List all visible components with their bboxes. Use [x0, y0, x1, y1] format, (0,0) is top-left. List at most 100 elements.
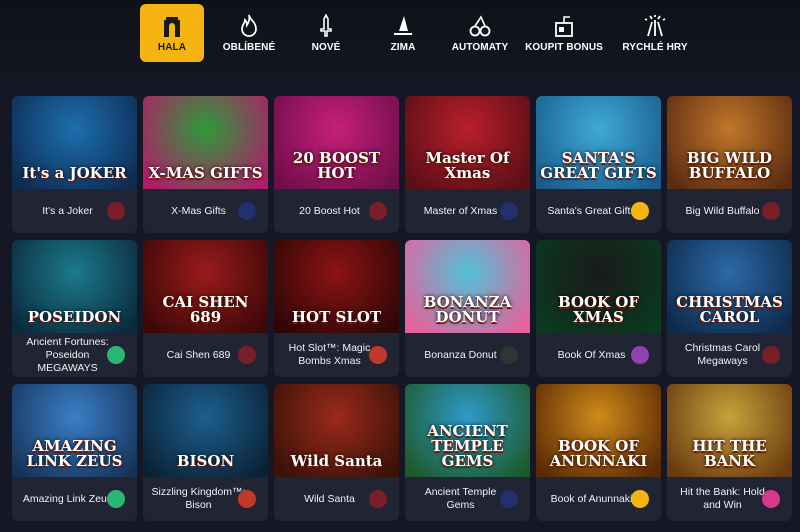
game-meta: 20 Boost Hot: [274, 189, 399, 233]
game-logo: BOOK OF ANUNNAKI: [549, 437, 648, 470]
game-card[interactable]: BOOK OF ANUNNAKI Book of Anunnaki: [536, 384, 661, 521]
bonus-box-icon: [552, 14, 576, 38]
game-card[interactable]: BOOK OF XMAS Book Of Xmas: [536, 240, 661, 377]
nav-item-nove[interactable]: NOVÉ: [294, 4, 358, 62]
game-thumbnail[interactable]: CHRISTMAS CAROL: [667, 240, 792, 333]
game-meta: Book of Anunnaki: [536, 477, 661, 521]
game-card[interactable]: ANCIENT TEMPLE GEMS Ancient Temple Gems: [405, 384, 530, 521]
game-thumbnail[interactable]: HOT SLOT: [274, 240, 399, 333]
provider-logo-icon: [631, 202, 649, 220]
game-thumbnail[interactable]: BOOK OF ANUNNAKI: [536, 384, 661, 477]
game-logo: CHRISTMAS CAROL: [676, 293, 783, 326]
game-name: Book Of Xmas: [557, 348, 626, 361]
game-thumbnail[interactable]: HIT THE BANK: [667, 384, 792, 477]
game-meta: Amazing Link Zeus: [12, 477, 137, 521]
game-card[interactable]: Wild Santa Wild Santa: [274, 384, 399, 521]
game-logo: 20 BOOST HOT: [292, 149, 381, 182]
category-nav: HALA OBLÍBENÉ NOVÉ ZIMA AUTOMATY KOUPIT …: [140, 4, 707, 62]
nav-item-automaty[interactable]: AUTOMATY: [448, 4, 512, 62]
sword-icon: [314, 13, 338, 38]
flame-icon: [237, 14, 261, 38]
nav-item-koupit-bonus[interactable]: KOUPIT BONUS: [525, 4, 603, 62]
provider-logo-icon: [369, 490, 387, 508]
game-name: Bonanza Donut: [424, 348, 497, 361]
top-bar: HALA OBLÍBENÉ NOVÉ ZIMA AUTOMATY KOUPIT …: [0, 0, 800, 80]
game-logo: BISON: [176, 452, 235, 470]
provider-logo-icon: [107, 202, 125, 220]
game-name: Hit the Bank: Hold and Win: [680, 486, 765, 511]
game-name: Book of Anunnaki: [550, 492, 633, 505]
game-thumbnail[interactable]: BOOK OF XMAS: [536, 240, 661, 333]
game-thumbnail[interactable]: Wild Santa: [274, 384, 399, 477]
cherries-icon: [468, 14, 492, 38]
game-card[interactable]: CAI SHEN 689 Cai Shen 689: [143, 240, 268, 377]
game-card[interactable]: AMAZING LINK ZEUS Amazing Link Zeus: [12, 384, 137, 521]
game-name: Amazing Link Zeus: [22, 492, 113, 505]
game-card[interactable]: HOT SLOT Hot Slot™: Magic Bombs Xmas: [274, 240, 399, 377]
game-thumbnail[interactable]: SANTA'S GREAT GIFTS: [536, 96, 661, 189]
provider-logo-icon: [238, 202, 256, 220]
game-thumbnail[interactable]: BISON: [143, 384, 268, 477]
game-logo: CAI SHEN 689: [162, 293, 249, 326]
provider-logo-icon: [238, 490, 256, 508]
provider-logo-icon: [631, 346, 649, 364]
game-name: Christmas Carol Megaways: [684, 342, 761, 367]
game-name: Wild Santa: [304, 492, 355, 505]
nav-label: OBLÍBENÉ: [222, 41, 276, 53]
nav-item-rychle-hry[interactable]: RYCHLÉ HRY: [616, 4, 694, 62]
provider-logo-icon: [107, 346, 125, 364]
game-thumbnail[interactable]: ANCIENT TEMPLE GEMS: [405, 384, 530, 477]
game-card[interactable]: BONANZA DONUT Bonanza Donut: [405, 240, 530, 377]
game-meta: Bonanza Donut: [405, 333, 530, 377]
provider-logo-icon: [762, 202, 780, 220]
game-logo: X-MAS GIFTS: [148, 164, 263, 182]
game-name: 20 Boost Hot: [299, 204, 360, 217]
provider-logo-icon: [107, 490, 125, 508]
game-card[interactable]: X-MAS GIFTS X-Mas Gifts: [143, 96, 268, 233]
provider-logo-icon: [369, 202, 387, 220]
game-meta: Book Of Xmas: [536, 333, 661, 377]
game-thumbnail[interactable]: It's a JOKER: [12, 96, 137, 189]
game-logo: It's a JOKER: [22, 164, 127, 182]
game-name: Cai Shen 689: [166, 348, 231, 361]
game-name: X-Mas Gifts: [171, 204, 226, 217]
game-card[interactable]: Master Of Xmas Master of Xmas: [405, 96, 530, 233]
nav-item-oblibene[interactable]: OBLÍBENÉ: [217, 4, 281, 62]
game-meta: It's a Joker: [12, 189, 137, 233]
game-name: Master of Xmas: [423, 204, 498, 217]
game-name: Hot Slot™: Magic Bombs Xmas: [288, 342, 371, 367]
nav-label: ZIMA: [390, 41, 416, 53]
game-thumbnail[interactable]: 20 BOOST HOT: [274, 96, 399, 189]
nav-item-zima[interactable]: ZIMA: [371, 4, 435, 62]
game-meta: X-Mas Gifts: [143, 189, 268, 233]
game-thumbnail[interactable]: BONANZA DONUT: [405, 240, 530, 333]
game-logo: AMAZING LINK ZEUS: [26, 437, 123, 470]
game-card[interactable]: CHRISTMAS CAROL Christmas Carol Megaways: [667, 240, 792, 377]
provider-logo-icon: [500, 202, 518, 220]
game-thumbnail[interactable]: Master Of Xmas: [405, 96, 530, 189]
game-meta: Master of Xmas: [405, 189, 530, 233]
game-logo: SANTA'S GREAT GIFTS: [540, 149, 657, 182]
game-thumbnail[interactable]: BIG WILD BUFFALO: [667, 96, 792, 189]
game-card[interactable]: BISON Sizzling Kingdom™: Bison: [143, 384, 268, 521]
game-thumbnail[interactable]: X-MAS GIFTS: [143, 96, 268, 189]
game-card[interactable]: POSEIDON Ancient Fortunes: Poseidon MEGAW…: [12, 240, 137, 377]
game-thumbnail[interactable]: POSEIDON: [12, 240, 137, 333]
game-card[interactable]: BIG WILD BUFFALO Big Wild Buffalo: [667, 96, 792, 233]
game-meta: Hot Slot™: Magic Bombs Xmas: [274, 333, 399, 377]
nav-label: RYCHLÉ HRY: [622, 41, 688, 53]
witch-hat-icon: [391, 14, 415, 38]
game-logo: BONANZA DONUT: [423, 293, 512, 326]
game-card[interactable]: SANTA'S GREAT GIFTS Santa's Great Gifts: [536, 96, 661, 233]
game-meta: Hit the Bank: Hold and Win: [667, 477, 792, 521]
game-meta: Wild Santa: [274, 477, 399, 521]
game-card[interactable]: HIT THE BANK Hit the Bank: Hold and Win: [667, 384, 792, 521]
game-card[interactable]: It's a JOKER It's a Joker: [12, 96, 137, 233]
nav-label: NOVÉ: [311, 41, 341, 53]
game-logo: HIT THE BANK: [692, 437, 767, 470]
game-card[interactable]: 20 BOOST HOT 20 Boost Hot: [274, 96, 399, 233]
game-thumbnail[interactable]: AMAZING LINK ZEUS: [12, 384, 137, 477]
provider-logo-icon: [500, 490, 518, 508]
game-thumbnail[interactable]: CAI SHEN 689: [143, 240, 268, 333]
nav-item-hala[interactable]: HALA: [140, 4, 204, 62]
